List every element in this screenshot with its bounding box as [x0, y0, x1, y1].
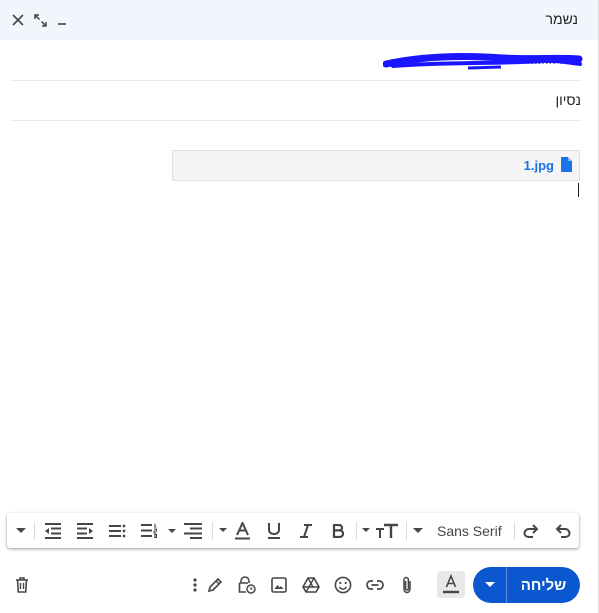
- emoji-icon: [334, 576, 352, 594]
- expand-icon: [33, 13, 47, 27]
- close-button[interactable]: [8, 8, 28, 32]
- toolbar-divider: [514, 522, 515, 540]
- undo-icon: [555, 523, 571, 538]
- numbered-list-button[interactable]: [137, 513, 161, 548]
- italic-icon: [300, 523, 312, 538]
- bold-icon: [332, 523, 344, 538]
- font-dropdown-arrow[interactable]: [410, 513, 426, 548]
- bulleted-list-button[interactable]: [105, 513, 129, 548]
- compose-header: נשמר: [0, 0, 598, 40]
- window-controls: [8, 8, 72, 32]
- indent-increase-icon: [77, 522, 93, 539]
- text-format-icon: [443, 573, 459, 594]
- indent-more-button[interactable]: [73, 513, 97, 548]
- attachment-filename[interactable]: 1.jpg: [524, 158, 554, 173]
- italic-button[interactable]: [294, 513, 318, 548]
- recipients-row[interactable]: ...... ....... ....... ......: [11, 40, 583, 81]
- text-color-button[interactable]: [218, 513, 252, 548]
- align-right-icon: [168, 522, 202, 539]
- align-menu-button[interactable]: [167, 513, 205, 548]
- caret-down-icon: [484, 582, 495, 587]
- caret-down-icon: [413, 527, 423, 533]
- insert-drive-button[interactable]: [299, 573, 323, 597]
- more-formatting-button[interactable]: [13, 513, 29, 548]
- send-button[interactable]: שליחה: [473, 567, 580, 603]
- insert-photo-button[interactable]: [267, 573, 291, 597]
- redaction-scribble: [383, 52, 583, 70]
- subject-field[interactable]: נסיון: [555, 92, 581, 108]
- toolbar-divider: [406, 522, 407, 540]
- attachment-chip[interactable]: 1.jpg: [172, 150, 580, 181]
- font-size-button[interactable]: [361, 513, 401, 548]
- minimize-icon: [58, 23, 66, 25]
- numbered-list-icon: [141, 523, 157, 538]
- lock-clock-icon: [238, 576, 256, 594]
- file-icon: [561, 157, 572, 172]
- undo-button[interactable]: [551, 513, 575, 548]
- formatting-options-toggle[interactable]: [437, 571, 465, 598]
- bold-button[interactable]: [326, 513, 350, 548]
- minimize-button[interactable]: [52, 8, 72, 32]
- insert-link-button[interactable]: [363, 573, 387, 597]
- indent-less-button[interactable]: [41, 513, 65, 548]
- draft-status: נשמר: [545, 11, 578, 27]
- font-family-select[interactable]: Sans Serif: [437, 523, 502, 539]
- compose-actions-bar: שליחה: [0, 558, 598, 613]
- indent-decrease-icon: [45, 522, 61, 539]
- formatting-toolbar: Sans Serif: [7, 513, 579, 548]
- redo-icon: [523, 523, 539, 538]
- link-icon: [366, 580, 384, 590]
- schedule-send-dropdown[interactable]: [473, 567, 506, 603]
- toolbar-divider: [212, 522, 213, 540]
- text-color-icon: [219, 521, 250, 539]
- compose-window: נשמר ...... ....... ....... ...... נסיון…: [0, 0, 599, 613]
- underline-icon: [268, 523, 280, 539]
- drive-icon: [302, 577, 320, 593]
- text-cursor: [578, 183, 579, 197]
- insert-signature-button[interactable]: [203, 573, 227, 597]
- redo-button[interactable]: [519, 513, 543, 548]
- subject-row[interactable]: נסיון: [11, 80, 581, 121]
- text-size-icon: [362, 523, 398, 538]
- trash-icon: [16, 577, 28, 593]
- close-icon: [12, 14, 24, 26]
- bulleted-list-icon: [109, 524, 126, 537]
- confidential-mode-button[interactable]: [235, 573, 259, 597]
- more-vert-icon: [193, 578, 197, 592]
- fullscreen-button[interactable]: [30, 8, 50, 32]
- attach-files-button[interactable]: [395, 573, 419, 597]
- caret-down-icon: [16, 527, 26, 533]
- attach-icon: [403, 576, 411, 594]
- send-label[interactable]: שליחה: [507, 567, 580, 603]
- discard-draft-button[interactable]: [10, 573, 34, 597]
- pen-icon: [207, 577, 223, 593]
- toolbar-divider: [34, 522, 35, 540]
- toolbar-divider: [356, 522, 357, 540]
- insert-emoji-button[interactable]: [331, 573, 355, 597]
- underline-button[interactable]: [262, 513, 286, 548]
- image-icon: [271, 577, 287, 593]
